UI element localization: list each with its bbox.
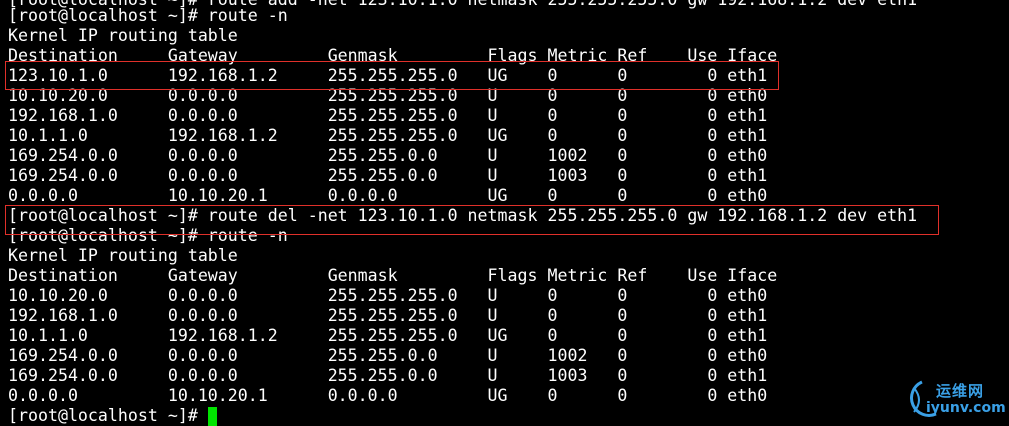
terminal-window[interactable]: [root@localhost ~]# route add -net 123.1… bbox=[0, 0, 1009, 426]
table-row: 169.254.0.0 0.0.0.0 255.255.0.0 U 1003 0… bbox=[8, 366, 768, 385]
table-row: 123.10.1.0 192.168.1.2 255.255.255.0 UG … bbox=[8, 66, 768, 85]
table-row: 169.254.0.0 0.0.0.0 255.255.0.0 U 1002 0… bbox=[8, 146, 768, 165]
table-row: 10.1.1.0 192.168.1.2 255.255.255.0 UG 0 … bbox=[8, 326, 768, 345]
terminal-line: [root@localhost ~]# route del -net 123.1… bbox=[8, 206, 918, 225]
terminal-line: Kernel IP routing table bbox=[8, 246, 238, 265]
table-row: 10.10.20.0 0.0.0.0 255.255.255.0 U 0 0 0… bbox=[8, 286, 768, 305]
table-row: 192.168.1.0 0.0.0.0 255.255.255.0 U 0 0 … bbox=[8, 106, 768, 125]
table-row: 169.254.0.0 0.0.0.0 255.255.0.0 U 1003 0… bbox=[8, 166, 768, 185]
table-row: 10.1.1.0 192.168.1.2 255.255.255.0 UG 0 … bbox=[8, 126, 768, 145]
table-row: 10.10.20.0 0.0.0.0 255.255.255.0 U 0 0 0… bbox=[8, 86, 768, 105]
table-row: 0.0.0.0 10.10.20.1 0.0.0.0 UG 0 0 0 eth0 bbox=[8, 386, 768, 405]
table-header: Destination Gateway Genmask Flags Metric… bbox=[8, 266, 778, 285]
table-row: 0.0.0.0 10.10.20.1 0.0.0.0 UG 0 0 0 eth0 bbox=[8, 186, 768, 205]
terminal-line: [root@localhost ~]# route -n bbox=[8, 226, 288, 245]
terminal-line: [root@localhost ~]# route -n bbox=[8, 6, 288, 25]
watermark-logo: 运维网 iyunv.com bbox=[900, 376, 1008, 424]
table-header: Destination Gateway Genmask Flags Metric… bbox=[8, 46, 778, 65]
terminal-cursor bbox=[208, 407, 217, 426]
watermark-cn-text: 运维网 bbox=[936, 382, 985, 400]
table-row: 192.168.1.0 0.0.0.0 255.255.255.0 U 0 0 … bbox=[8, 306, 768, 325]
command-prompt[interactable]: [root@localhost ~]# bbox=[8, 406, 208, 426]
watermark-en-text: iyunv.com bbox=[926, 400, 1006, 416]
terminal-line: Kernel IP routing table bbox=[8, 26, 238, 45]
table-row: 169.254.0.0 0.0.0.0 255.255.0.0 U 1002 0… bbox=[8, 346, 768, 365]
